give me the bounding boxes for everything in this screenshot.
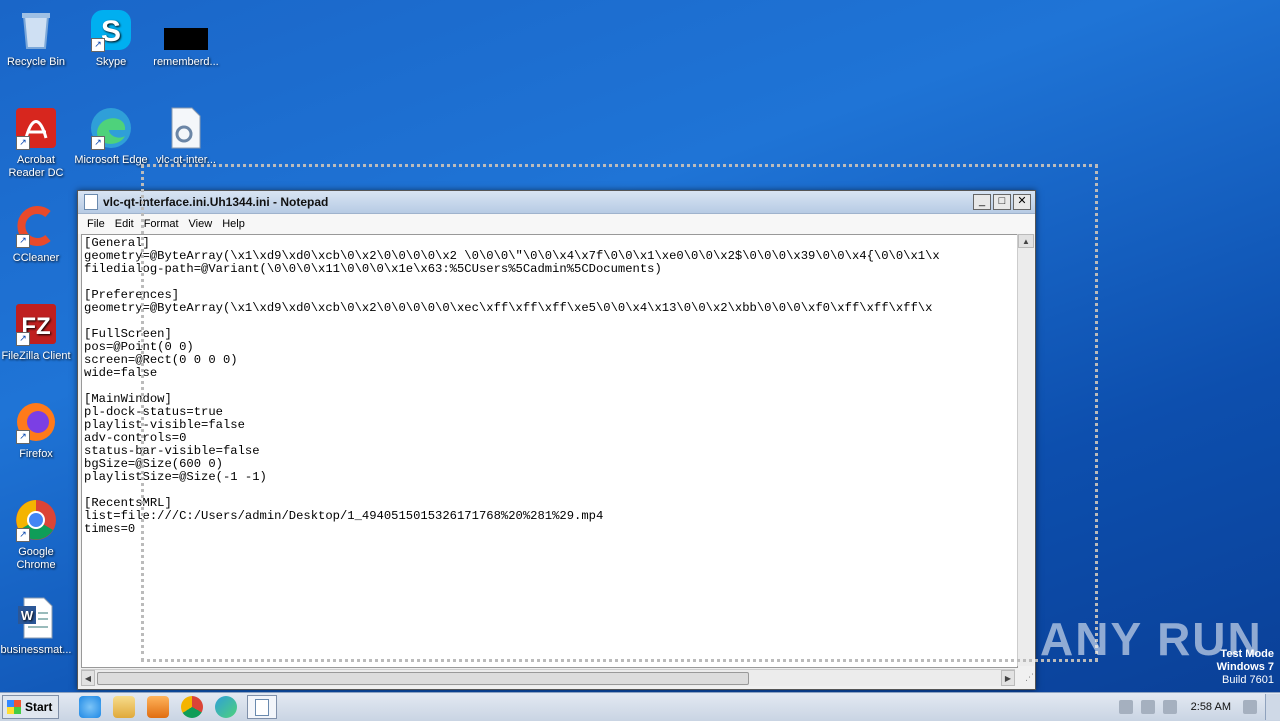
desktop-icon-filezilla[interactable]: FZ ↗ FileZilla Client <box>0 302 74 363</box>
desktop-icon-label: rememberd... <box>153 56 219 68</box>
media-player-icon[interactable] <box>147 696 170 718</box>
system-tray: 2:58 AM <box>1118 693 1280 721</box>
menu-help[interactable]: Help <box>217 218 250 230</box>
test-mode-line: Test Mode <box>1220 648 1274 660</box>
minimize-button[interactable]: _ <box>973 194 991 210</box>
ccleaner-icon: ↗ <box>14 204 58 248</box>
desktop-icon-skype[interactable]: S ↗ Skype <box>73 8 149 69</box>
start-label: Start <box>25 700 53 714</box>
text-editor[interactable]: [General] geometry=@ByteArray(\x1\xd9\xd… <box>81 234 1018 668</box>
desktop-icon-acrobat[interactable]: ↗ Acrobat Reader DC <box>0 106 74 180</box>
desktop-icon-edge[interactable]: ↗ Microsoft Edge <box>73 106 149 167</box>
window-title: vlc-qt-interface.ini.Uh1344.ini - Notepa… <box>103 195 329 209</box>
shortcut-arrow-icon: ↗ <box>16 234 30 248</box>
desktop-icon-label: Google Chrome <box>16 546 56 571</box>
menu-file[interactable]: File <box>82 218 110 230</box>
explorer-icon[interactable] <box>113 696 136 718</box>
maximize-button[interactable]: □ <box>993 194 1011 210</box>
test-mode-line: Build 7601 <box>1222 674 1274 686</box>
desktop-icon-label: Recycle Bin <box>6 56 66 68</box>
ie-icon[interactable] <box>79 696 102 718</box>
edge-icon[interactable] <box>215 696 238 718</box>
windows-logo-icon <box>7 700 21 714</box>
skype-icon: S ↗ <box>89 8 133 52</box>
shortcut-arrow-icon: ↗ <box>91 38 105 52</box>
shortcut-arrow-icon: ↗ <box>91 136 105 150</box>
edge-icon: ↗ <box>89 106 133 150</box>
scroll-up-icon[interactable]: ▲ <box>1018 234 1034 248</box>
desktop-icon-ccleaner[interactable]: ↗ CCleaner <box>0 204 74 265</box>
scroll-right-icon[interactable]: ▶ <box>1001 670 1015 686</box>
desktop-icon-recycle-bin[interactable]: Recycle Bin <box>0 8 74 69</box>
menu-bar: File Edit Format View Help <box>78 214 1035 234</box>
menu-edit[interactable]: Edit <box>110 218 139 230</box>
scroll-left-icon[interactable]: ◀ <box>81 670 95 686</box>
notepad-icon <box>255 698 270 716</box>
desktop-icon-label: businessmat... <box>0 644 72 656</box>
firefox-icon: ↗ <box>14 400 58 444</box>
clock[interactable]: 2:58 AM <box>1191 701 1231 713</box>
svg-text:W: W <box>21 608 34 623</box>
shortcut-arrow-icon: ↗ <box>16 430 30 444</box>
title-bar[interactable]: vlc-qt-interface.ini.Uh1344.ini - Notepa… <box>78 191 1035 214</box>
acrobat-icon: ↗ <box>14 106 58 150</box>
speaker-icon[interactable] <box>1118 700 1133 714</box>
close-button[interactable]: ✕ <box>1013 194 1031 210</box>
notepad-window[interactable]: vlc-qt-interface.ini.Uh1344.ini - Notepa… <box>77 190 1036 690</box>
desktop-icon-firefox[interactable]: ↗ Firefox <box>0 400 74 461</box>
desktop-icon-chrome[interactable]: ↗ Google Chrome <box>0 498 74 572</box>
scroll-thumb[interactable] <box>97 672 749 685</box>
horizontal-scrollbar[interactable]: ◀ ▶ <box>81 669 1015 686</box>
desktop-icon-label: Acrobat Reader DC <box>8 154 64 179</box>
shortcut-arrow-icon: ↗ <box>16 136 30 150</box>
desktop-icon-label: CCleaner <box>12 252 60 264</box>
network-icon[interactable] <box>1140 700 1155 714</box>
notepad-icon <box>84 194 98 210</box>
chrome-icon[interactable] <box>181 696 204 718</box>
desktop-icon-label: vlc-qt-inter... <box>156 154 216 166</box>
shortcut-arrow-icon: ↗ <box>16 332 30 346</box>
filezilla-icon: FZ ↗ <box>14 302 58 346</box>
action-center-flag-icon[interactable] <box>1162 700 1177 714</box>
word-doc-icon: W <box>14 596 58 640</box>
menu-format[interactable]: Format <box>139 218 184 230</box>
desktop-icon-vlc-qt-interface[interactable]: vlc-qt-inter... <box>148 106 224 167</box>
test-mode-text: Test Mode Windows 7 Build 7601 <box>1217 648 1274 687</box>
test-mode-line: Windows 7 <box>1216 661 1274 673</box>
desktop-icon-label: FileZilla Client <box>1 350 71 362</box>
desktop-icon-label: Firefox <box>19 448 53 460</box>
monitor-icon[interactable] <box>1243 700 1257 714</box>
taskbar: Start 2:58 AM <box>0 692 1280 721</box>
desktop-icon-label: Microsoft Edge <box>74 154 148 166</box>
chrome-icon: ↗ <box>14 498 58 542</box>
black-file-icon <box>164 8 208 52</box>
desktop-icon-rememberd[interactable]: rememberd... <box>148 8 224 69</box>
editor-content[interactable]: [General] geometry=@ByteArray(\x1\xd9\xd… <box>82 235 1017 538</box>
vertical-scrollbar[interactable]: ▲ <box>1017 234 1034 666</box>
show-desktop-button[interactable] <box>1265 694 1280 720</box>
desktop-icon-label: Skype <box>95 56 127 68</box>
desktop-icon-businessmat[interactable]: W businessmat... <box>0 596 74 657</box>
resize-grip-icon[interactable]: ⋰ <box>1018 672 1034 688</box>
menu-view[interactable]: View <box>184 218 218 230</box>
shortcut-arrow-icon: ↗ <box>16 528 30 542</box>
notepad-taskbar-button[interactable] <box>247 695 278 719</box>
start-button[interactable]: Start <box>2 695 60 719</box>
config-file-icon <box>164 106 208 150</box>
recycle-bin-icon <box>14 8 58 52</box>
